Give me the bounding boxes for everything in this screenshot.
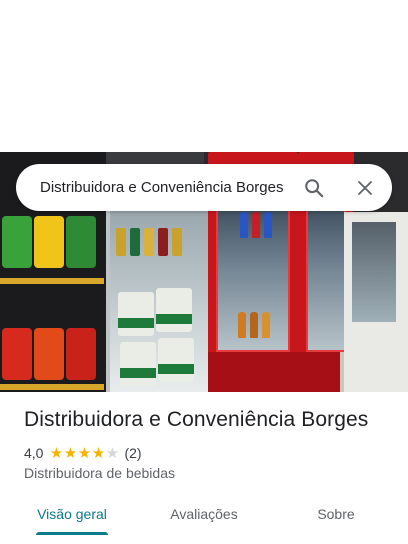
freezer xyxy=(344,212,408,392)
active-tab-indicator xyxy=(36,532,108,535)
search-button[interactable] xyxy=(297,171,331,205)
can xyxy=(116,228,126,256)
place-title: Distribuidora e Conveniência Borges xyxy=(24,408,369,431)
star-empty-icon: ★ xyxy=(105,444,120,462)
top-blank-area xyxy=(0,0,408,152)
snack-bag xyxy=(34,216,64,268)
rack-bar xyxy=(0,384,104,390)
tab-overview[interactable]: Visão geral xyxy=(24,496,120,536)
star-rating: ★ ★ ★ ★ ★ xyxy=(49,446,119,461)
snack-bag xyxy=(2,216,32,268)
fridge-base xyxy=(208,352,298,392)
snack-rack xyxy=(0,216,104,274)
close-button[interactable] xyxy=(348,171,382,205)
place-category: Distribuidora de bebidas xyxy=(24,465,175,481)
bottle-row xyxy=(218,212,288,238)
bottle-row xyxy=(218,312,288,338)
star-icon: ★ xyxy=(77,444,92,462)
beer-pack xyxy=(120,342,156,386)
snack-bag xyxy=(66,328,96,380)
snack-rack xyxy=(0,328,104,386)
rack-bar xyxy=(0,278,104,284)
rating-row[interactable]: 4,0 ★ ★ ★ ★ ★ (2) xyxy=(24,444,142,462)
review-count[interactable]: (2) xyxy=(124,445,141,461)
search-bar[interactable]: Distribuidora e Conveniência Borges xyxy=(16,164,392,211)
close-icon xyxy=(358,181,372,195)
place-tabs: Visão geral Avaliações Sobre xyxy=(0,496,408,544)
can xyxy=(144,228,154,256)
can xyxy=(172,228,182,256)
beer-pack xyxy=(156,288,192,332)
can xyxy=(158,228,168,256)
can-row xyxy=(112,228,196,258)
snack-bag xyxy=(66,216,96,268)
star-icon: ★ xyxy=(63,444,78,462)
snack-bag xyxy=(34,328,64,380)
can xyxy=(130,228,140,256)
snack-bag xyxy=(2,328,32,380)
beer-pack xyxy=(158,338,194,382)
tab-reviews[interactable]: Avaliações xyxy=(152,496,256,536)
tab-about[interactable]: Sobre xyxy=(296,496,376,536)
search-icon xyxy=(305,179,324,198)
search-input[interactable]: Distribuidora e Conveniência Borges xyxy=(40,164,302,211)
star-icon: ★ xyxy=(49,444,64,462)
beer-pack xyxy=(118,292,154,336)
star-icon: ★ xyxy=(91,444,106,462)
rating-value: 4,0 xyxy=(24,445,44,461)
